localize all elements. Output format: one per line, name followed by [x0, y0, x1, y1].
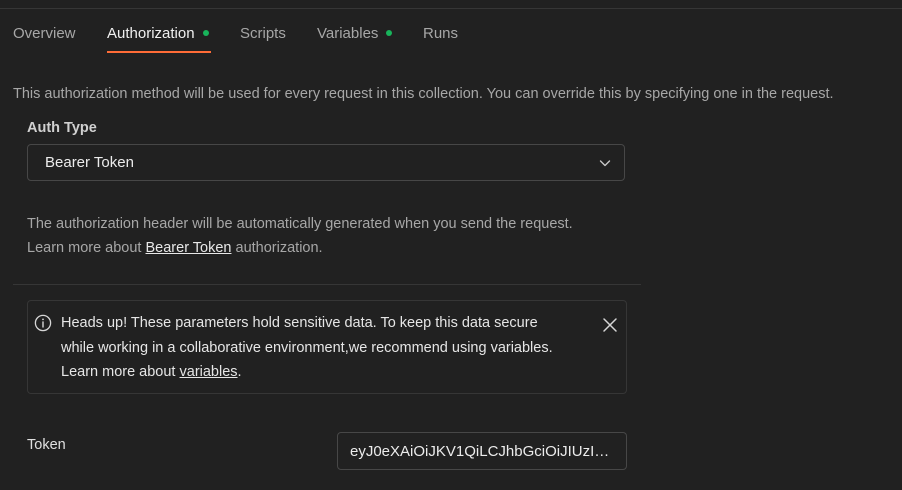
top-divider [0, 8, 902, 9]
tab-label: Overview [13, 24, 76, 42]
tab-label: Variables [317, 24, 379, 42]
tab-label: Scripts [240, 24, 286, 42]
alert-line2: while working in a collaborative environ… [61, 339, 553, 356]
alert-suffix: . [237, 364, 242, 380]
close-icon[interactable] [602, 317, 618, 333]
info-icon [34, 314, 52, 332]
authorization-description: This authorization method will be used f… [13, 86, 834, 102]
info-prefix: Learn more about [27, 240, 146, 256]
token-label: Token [27, 437, 66, 453]
tab-runs[interactable]: Runs [423, 14, 458, 52]
tab-variables[interactable]: Variables [317, 14, 393, 52]
active-tab-indicator [107, 51, 211, 53]
tab-label: Authorization [107, 24, 195, 42]
status-dot [386, 30, 393, 36]
alert-line1: Heads up! These parameters hold sensitiv… [61, 315, 538, 331]
auth-type-value: Bearer Token [45, 154, 134, 171]
tab-overview[interactable]: Overview [13, 14, 76, 52]
alert-line3: Learn more about variables. [61, 360, 553, 385]
tab-bar: Overview Authorization Scripts Variables… [0, 14, 902, 54]
status-dot [202, 30, 209, 36]
tab-authorization[interactable]: Authorization [107, 14, 209, 52]
auth-info-line1: The authorization header will be automat… [27, 216, 573, 232]
tab-scripts[interactable]: Scripts [240, 14, 286, 52]
alert-prefix: Learn more about [61, 364, 180, 380]
chevron-down-icon [599, 160, 611, 167]
info-suffix: authorization. [231, 240, 323, 256]
token-input[interactable] [337, 432, 627, 470]
variables-link[interactable]: variables [180, 364, 238, 380]
tab-label: Runs [423, 24, 459, 42]
auth-type-select[interactable]: Bearer Token [27, 144, 625, 181]
auth-type-label: Auth Type [27, 120, 97, 136]
auth-info-line2: Learn more about Bearer Token authorizat… [27, 236, 573, 260]
bearer-token-link[interactable]: Bearer Token [146, 240, 232, 256]
alert-message: Heads up! These parameters hold sensitiv… [61, 311, 553, 385]
sensitive-data-alert: Heads up! These parameters hold sensitiv… [27, 300, 627, 394]
section-divider [13, 284, 641, 285]
auth-info-text: The authorization header will be automat… [27, 212, 573, 260]
